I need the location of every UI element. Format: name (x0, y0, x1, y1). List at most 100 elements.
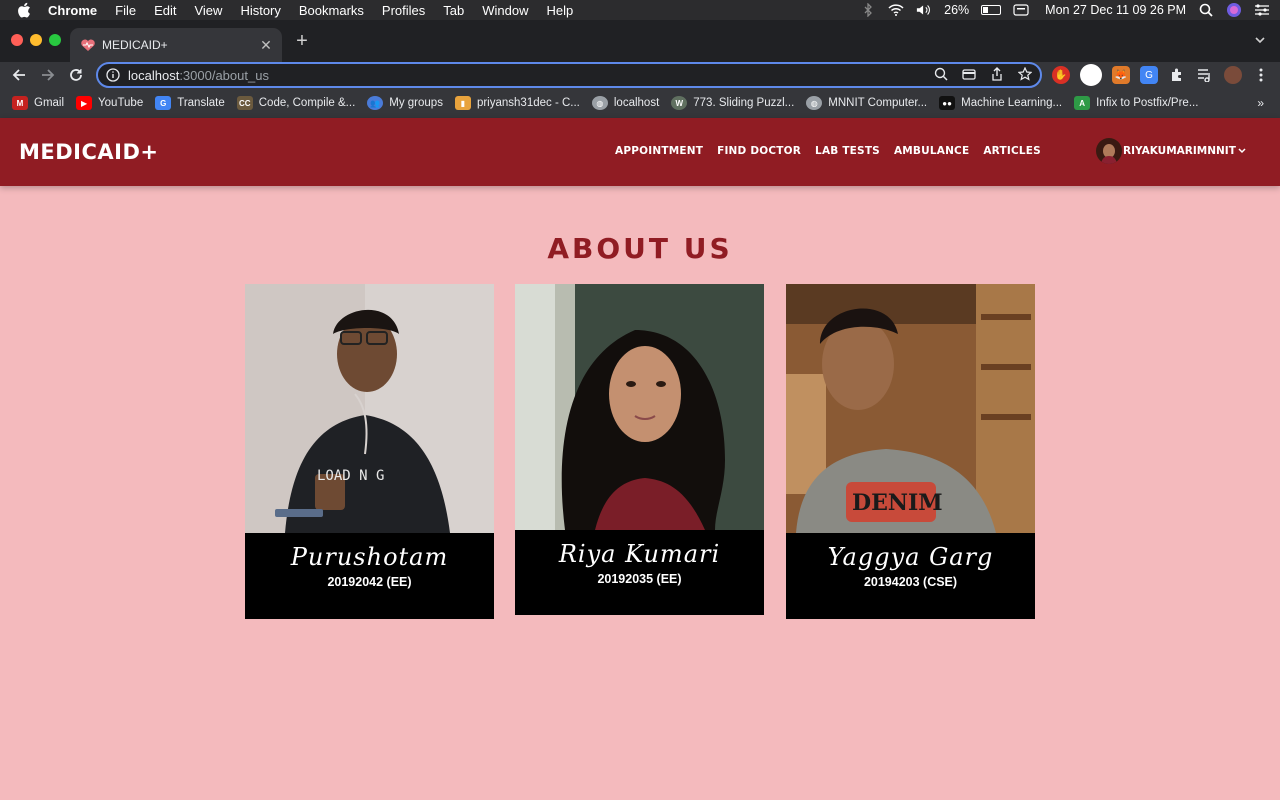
page-title: ABOUT US (547, 232, 733, 265)
zoom-icon[interactable] (934, 67, 948, 86)
bookmark-item[interactable]: M Gmail (12, 96, 64, 110)
bookmark-item[interactable]: G Translate (155, 96, 225, 110)
battery-icon[interactable] (981, 5, 1002, 15)
menu-app-name[interactable]: Chrome (48, 3, 97, 18)
site-info-icon[interactable] (106, 67, 122, 83)
member-photo (515, 284, 764, 530)
w-icon: W (671, 96, 688, 110)
share-icon[interactable] (990, 67, 1004, 86)
adblock-extension-icon[interactable]: ✋ (1052, 66, 1070, 84)
groups-icon: 👥 (367, 96, 384, 110)
bookmark-label: MNNIT Computer... (828, 97, 928, 109)
site-logo[interactable]: MEDICAID+ (19, 140, 159, 164)
card-payment-icon[interactable] (962, 67, 976, 86)
forward-arrow-icon[interactable] (38, 65, 58, 85)
menu-file[interactable]: File (115, 3, 136, 18)
tab-search-chevron-icon[interactable] (1252, 32, 1268, 48)
bookmark-item[interactable]: CC Code, Compile &... (236, 96, 356, 110)
profile-avatar-icon[interactable] (1224, 66, 1242, 84)
chart-icon: ▮ (454, 96, 471, 110)
mac-menu-bar: Chrome File Edit View History Bookmarks … (0, 0, 1280, 20)
user-avatar[interactable] (1096, 138, 1122, 164)
more-bookmarks-button[interactable]: » (1257, 96, 1264, 110)
menu-bookmarks[interactable]: Bookmarks (299, 3, 364, 18)
nav-articles[interactable]: ARTICLES (983, 145, 1041, 157)
new-tab-button[interactable]: + (292, 31, 312, 52)
url-path: :3000/about_us (179, 67, 269, 83)
bookmark-label: Translate (177, 97, 225, 109)
url-text[interactable]: localhost:3000/about_us (128, 68, 269, 83)
site-navbar: MEDICAID+ APPOINTMENT FIND DOCTOR LAB TE… (0, 118, 1280, 186)
member-id: 20192042 (EE) (327, 575, 412, 589)
close-window-button[interactable] (11, 34, 23, 46)
username[interactable]: RIYAKUMARIMNNIT (1123, 145, 1236, 157)
bookmark-item[interactable]: 👥 My groups (367, 96, 443, 110)
bookmark-label: 773. Sliding Puzzl... (693, 97, 795, 109)
siri-icon[interactable] (1226, 3, 1242, 17)
back-arrow-icon[interactable] (9, 65, 29, 85)
globe-icon: ◍ (591, 96, 608, 110)
metamask-extension-icon[interactable]: 🦊 (1112, 66, 1130, 84)
url-host: localhost (128, 67, 180, 83)
menu-history[interactable]: History (240, 3, 280, 18)
menu-edit[interactable]: Edit (154, 3, 176, 18)
bluetooth-icon[interactable] (860, 3, 876, 17)
bookmark-item[interactable]: ●● Machine Learning... (939, 96, 1062, 110)
member-id: 20194203 (CSE) (863, 575, 958, 589)
team-card: LOAD N G Purushotam 20192042 (EE) (245, 284, 494, 619)
bookmark-item[interactable]: W 773. Sliding Puzzl... (671, 96, 794, 110)
browser-toolbar: localhost:3000/about_us ✋ 🦊 G (0, 62, 1280, 88)
bookmark-item[interactable]: A Infix to Postfix/Pre... (1074, 96, 1198, 110)
bookmark-item[interactable]: ◍ MNNIT Computer... (806, 96, 927, 110)
member-name: Yaggya Garg (827, 543, 994, 571)
wifi-icon[interactable] (888, 3, 904, 17)
bookmark-item[interactable]: ▶ YouTube (76, 96, 143, 110)
nav-find-doctor[interactable]: FIND DOCTOR (717, 145, 801, 157)
menu-window[interactable]: Window (482, 3, 528, 18)
bookmark-label: priyansh31dec - C... (476, 97, 580, 109)
team-card: Riya Kumari 20192035 (EE) (515, 284, 764, 615)
keyboard-input-icon[interactable] (1013, 3, 1029, 17)
user-menu[interactable]: RIYAKUMARIMNNIT (1096, 138, 1248, 164)
youtube-icon: ▶ (76, 96, 93, 110)
bookmark-star-icon[interactable] (1017, 66, 1033, 86)
bookmark-label: Machine Learning... (961, 97, 1063, 109)
chevron-down-icon[interactable] (1238, 146, 1248, 156)
address-bar[interactable]: localhost:3000/about_us (96, 62, 1042, 88)
heart-favicon-icon (80, 37, 96, 53)
member-name: Purushotam (290, 543, 449, 571)
browser-menu-dots-icon[interactable] (1252, 66, 1270, 84)
bookmark-label: Gmail (34, 97, 65, 109)
svg-text:DENIM: DENIM (852, 490, 943, 516)
bookmarks-bar: M Gmail ▶ YouTube G Translate CC Code, Compi… (0, 88, 1280, 118)
google-translate-extension-icon[interactable]: G (1140, 66, 1158, 84)
tab-medicaid[interactable]: MEDICAID+ ✕ (70, 28, 282, 62)
bookmark-item[interactable]: ◍ localhost (591, 96, 660, 110)
minimize-window-button[interactable] (30, 34, 42, 46)
site-nav: APPOINTMENT FIND DOCTOR LAB TESTS AMBULA… (615, 145, 1041, 157)
nav-ambulance[interactable]: AMBULANCE (894, 145, 969, 157)
nav-lab-tests[interactable]: LAB TESTS (815, 145, 880, 157)
clock[interactable]: Mon 27 Dec 11 09 26 PM (1045, 3, 1186, 17)
menu-tab[interactable]: Tab (443, 3, 464, 18)
bookmark-item[interactable]: ▮ priyansh31dec - C... (454, 96, 580, 110)
bookmark-label: Code, Compile &... (258, 97, 356, 109)
reload-icon[interactable] (66, 65, 86, 85)
nav-appointment[interactable]: APPOINTMENT (615, 145, 703, 157)
code-icon: CC (236, 96, 253, 110)
apple-icon[interactable] (17, 2, 33, 18)
volume-icon[interactable] (916, 3, 932, 17)
control-center-icon[interactable] (1254, 3, 1270, 17)
avatar-extension-icon[interactable] (1080, 64, 1102, 86)
reading-list-icon[interactable] (1196, 66, 1214, 84)
menu-profiles[interactable]: Profiles (382, 3, 425, 18)
menu-help[interactable]: Help (547, 3, 574, 18)
fullscreen-window-button[interactable] (49, 34, 61, 46)
tab-title: MEDICAID+ (102, 38, 168, 52)
gmail-icon: M (12, 96, 28, 110)
extensions-puzzle-icon[interactable] (1168, 66, 1186, 84)
bookmark-label: localhost (613, 97, 660, 109)
close-tab-icon[interactable]: ✕ (258, 37, 274, 53)
spotlight-search-icon[interactable] (1198, 3, 1214, 17)
menu-view[interactable]: View (194, 3, 222, 18)
